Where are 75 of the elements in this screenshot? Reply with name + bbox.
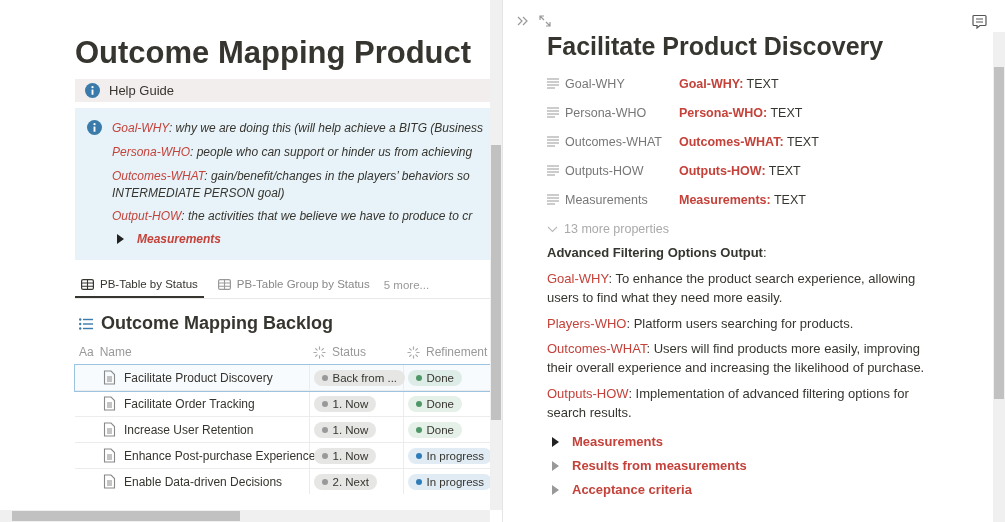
text-lines-icon — [547, 107, 559, 118]
status-icon — [313, 345, 326, 359]
table-icon — [81, 278, 94, 290]
refinement-tag: Done — [407, 421, 462, 438]
document-icon — [103, 422, 116, 438]
row-title[interactable]: Enable Data-driven Decisions — [124, 474, 283, 489]
comment-icon[interactable] — [972, 13, 987, 29]
refinement-tag: In progress — [407, 473, 490, 490]
paragraph: Outcomes-WHAT: Users will find products more easily, improving their overall experience and increasing the likelihood of purchase. — [547, 340, 926, 378]
text-lines-icon — [547, 136, 559, 147]
caret-right-icon[interactable] — [551, 436, 560, 447]
status-tag: Back from ... — [313, 369, 406, 386]
property-value[interactable]: Outputs-HOW: TEXT — [679, 163, 801, 178]
view-tab[interactable]: PB-Table by Status — [75, 272, 204, 299]
status-tag: 2. Next — [313, 473, 377, 490]
refinement-tag: Done — [407, 369, 462, 386]
text-type-icon: Aa — [79, 345, 94, 360]
table-icon — [217, 278, 231, 290]
scrollbar[interactable] — [0, 510, 490, 522]
double-chevron-icon[interactable] — [517, 16, 529, 26]
status-tag: 1. Now — [313, 395, 377, 412]
help-guide-bar[interactable]: Help Guide — [75, 79, 490, 103]
property-value[interactable]: Persona-WHO: TEXT — [679, 105, 803, 120]
expand-icon[interactable] — [539, 15, 551, 27]
list-icon — [79, 317, 93, 330]
document-icon — [103, 396, 116, 412]
toggle-label[interactable]: Acceptance criteria — [572, 482, 692, 498]
paragraph: Goal-WHY: To enhance the product search experience, allowing users to find what they need more easily. — [547, 269, 917, 307]
property-name[interactable]: Goal-WHY — [565, 76, 625, 91]
property-name[interactable]: Outputs-HOW — [565, 163, 644, 178]
info-icon — [87, 120, 102, 136]
column-header[interactable]: Status — [332, 345, 367, 360]
property-value[interactable]: Measurements: TEXT — [679, 192, 806, 207]
section-heading: Advanced Filtering Options Output: — [547, 244, 768, 262]
toggle-label[interactable]: Measurements — [137, 232, 222, 247]
status-tag: 1. Now — [313, 421, 377, 438]
caret-right-icon[interactable] — [116, 234, 125, 245]
status-tag: 1. Now — [313, 447, 377, 464]
more-views-link[interactable]: 5 more... — [383, 279, 430, 292]
help-guide-label: Help Guide — [109, 83, 175, 99]
text-lines-icon — [547, 78, 559, 89]
row-title[interactable]: Increase User Retention — [124, 422, 254, 437]
page-title: Facilitate Product Discovery — [547, 32, 885, 61]
text-lines-icon — [547, 165, 559, 176]
row-title[interactable]: Enhance Post-purchase Experience — [124, 448, 316, 463]
view-tab[interactable]: PB-Table Group by Status — [211, 272, 376, 299]
info-icon — [85, 83, 100, 99]
refinement-tag: Done — [407, 395, 462, 412]
property-name[interactable]: Measurements — [565, 192, 648, 207]
scrollbar[interactable] — [490, 0, 502, 510]
document-icon — [103, 370, 116, 386]
guide-text: Persona-WHO: people who can support or hinder us from achieving — [112, 144, 474, 161]
row-title[interactable]: Facilitate Order Tracking — [124, 396, 255, 411]
refinement-tag: In progress — [407, 447, 490, 464]
status-icon — [407, 345, 420, 359]
paragraph: Outputs-HOW: Implementation of advanced filtering options for search results. — [547, 385, 910, 422]
toggle-label[interactable]: Measurements — [572, 434, 664, 450]
chevron-down-icon[interactable] — [547, 225, 558, 233]
paragraph: Players-WHO: Platform users searching for products. — [547, 314, 855, 333]
text-lines-icon — [547, 194, 559, 205]
guide-text: Output-HOW: the activities that we believe we have to produce to cr — [112, 208, 474, 226]
property-name[interactable]: Persona-WHO — [565, 105, 647, 120]
guide-text: Goal-WHY: why we are doing this (will help achieve a BITG (Business — [112, 120, 484, 137]
guide-text: Outcomes-WHAT: gain/benefit/changes in the players’ behaviors so INTERMEDIATE PERSON goal) — [112, 167, 471, 202]
property-name[interactable]: Outcomes-WHAT — [565, 134, 662, 149]
column-header[interactable]: Name — [99, 345, 132, 360]
database-title: Outcome Mapping Backlog — [101, 313, 334, 335]
scrollbar[interactable] — [993, 32, 1005, 522]
toggle-label[interactable]: Results from measurements — [572, 458, 747, 474]
document-icon — [103, 474, 116, 490]
page-title: Outcome Mapping Product — [75, 34, 473, 72]
property-value[interactable]: Outcomes-WHAT: TEXT — [679, 134, 819, 149]
property-value[interactable]: Goal-WHY: TEXT — [679, 76, 779, 91]
column-header[interactable]: Refinement — [426, 345, 488, 360]
document-icon — [103, 448, 116, 464]
